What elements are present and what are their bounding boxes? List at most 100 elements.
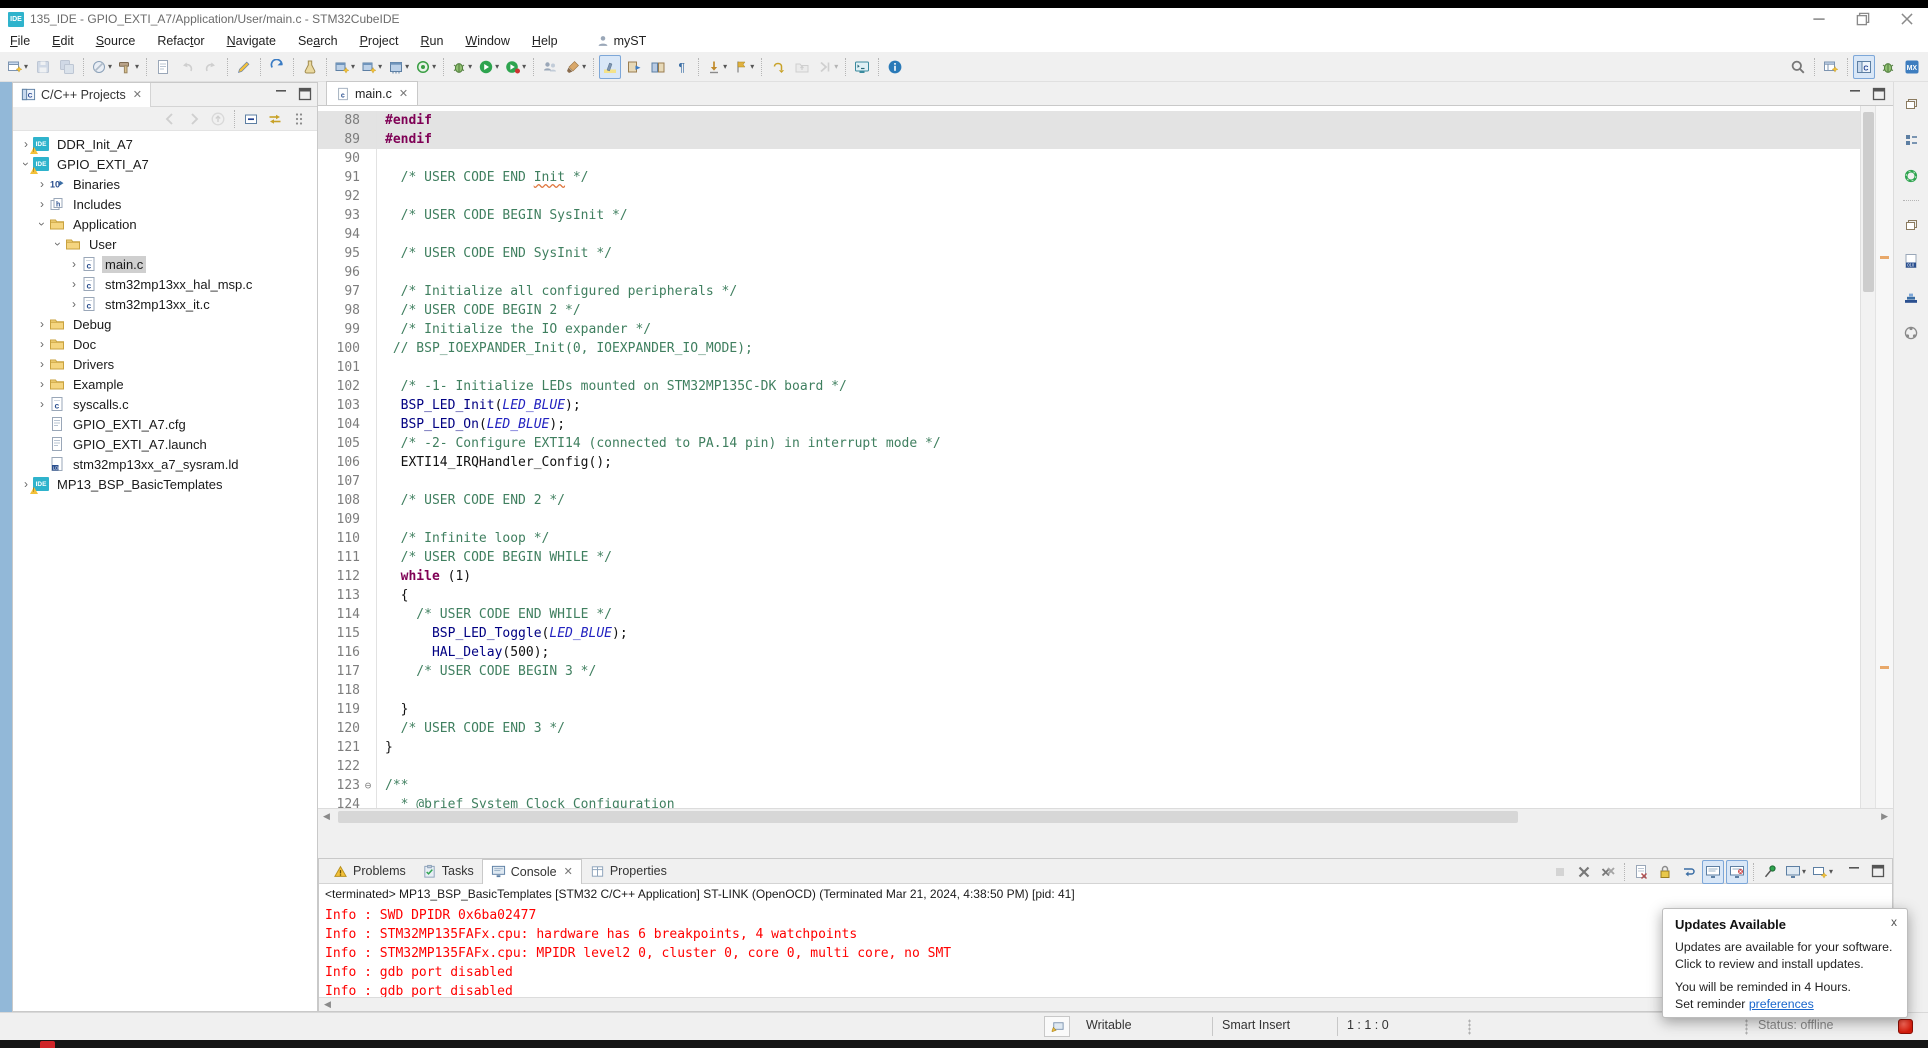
close-window-icon[interactable] — [1898, 11, 1916, 27]
minimize-console-icon[interactable] — [1846, 863, 1862, 884]
expand-icon[interactable]: › — [67, 277, 81, 291]
maximize-console-icon[interactable] — [1870, 863, 1886, 884]
tree-item-debug[interactable]: ›Debug — [13, 314, 317, 334]
skip-all-breakpoints-dropdown-icon[interactable]: ▾ — [108, 62, 112, 71]
tree-item-includes[interactable]: ›hIncludes — [13, 194, 317, 214]
updates-line1[interactable]: Updates are available for your software. — [1675, 939, 1897, 956]
tree-item-gpio-exti-a7-cfg[interactable]: GPIO_EXTI_A7.cfg — [13, 414, 317, 434]
code-line-106[interactable]: 106 EXTI14_IRQHandler_Config(); — [318, 453, 1875, 472]
restore-view-b-button[interactable] — [1900, 213, 1922, 237]
console-horizontal-scrollbar[interactable]: ◀ — [319, 997, 1892, 1011]
menu-edit[interactable]: Edit — [52, 34, 74, 48]
code-line-101[interactable]: 101 — [318, 358, 1875, 377]
console-output[interactable]: Info : SWD DPIDR 0x6ba02477Info : STM32M… — [319, 904, 1892, 997]
code-line-108[interactable]: 108 /* USER CODE END 2 */ — [318, 491, 1875, 510]
import-cubemx-project-button[interactable]: ▾ — [359, 55, 384, 79]
pin-console-button[interactable] — [1759, 860, 1781, 884]
close-projects-tab-icon[interactable]: ✕ — [133, 88, 142, 101]
tree-item-drivers[interactable]: ›Drivers — [13, 354, 317, 374]
code-line-100[interactable]: 100 // BSP_IOEXPANDER_Init(0, IOEXPANDER… — [318, 339, 1875, 358]
info-button[interactable] — [884, 55, 906, 79]
myst-account[interactable]: myST — [596, 34, 647, 48]
import-cubemx-project-dropdown-icon[interactable]: ▾ — [378, 62, 382, 71]
tree-item-mp13-bsp-basictemplates[interactable]: ›IDEMP13_BSP_BasicTemplates — [13, 474, 317, 494]
new-source-file-button[interactable] — [152, 55, 174, 79]
previous-annotation-dropdown-icon[interactable]: ▾ — [750, 62, 754, 71]
open-type-button[interactable] — [623, 55, 645, 79]
tab-cpp-projects[interactable]: C C/C++ Projects ✕ — [13, 83, 151, 107]
scroll-on-output-button[interactable] — [1702, 860, 1724, 884]
code-line-112[interactable]: 112 while (1) — [318, 567, 1875, 586]
new-stm32-project-dropdown-icon[interactable]: ▾ — [351, 62, 355, 71]
terminate-button[interactable] — [1549, 860, 1571, 884]
menu-run[interactable]: Run — [420, 34, 443, 48]
code-line-107[interactable]: 107 — [318, 472, 1875, 491]
tree-item-application[interactable]: ›Application — [13, 214, 317, 234]
code-line-90[interactable]: 90 — [318, 149, 1875, 168]
tab-properties[interactable]: Properties — [582, 859, 675, 884]
preferences-link[interactable]: preferences — [1749, 997, 1814, 1011]
close-popup-icon[interactable]: x — [1891, 915, 1897, 929]
status-indicator-red[interactable] — [1898, 1019, 1913, 1034]
open-resource-button[interactable] — [647, 55, 669, 79]
search-button[interactable] — [1787, 55, 1809, 79]
menu-refactor[interactable]: Refactor — [157, 34, 204, 48]
close-editor-tab-icon[interactable]: ✕ — [399, 87, 408, 100]
code-line-91[interactable]: 91 /* USER CODE END Init */ — [318, 168, 1875, 187]
console-scroll-left-icon[interactable]: ◀ — [324, 999, 331, 1010]
code-line-110[interactable]: 110 /* Infinite loop */ — [318, 529, 1875, 548]
run-button[interactable]: ▾ — [476, 55, 501, 79]
menu-file[interactable]: File — [10, 34, 30, 48]
code-line-104[interactable]: 104 BSP_LED_On(LED_BLUE); — [318, 415, 1875, 434]
refresh-index-button[interactable] — [266, 55, 288, 79]
go-back-button[interactable] — [791, 55, 813, 79]
annotate-dropdown-icon[interactable]: ▾ — [582, 62, 586, 71]
code-line-121[interactable]: 121} — [318, 738, 1875, 757]
tree-item-doc[interactable]: ›Doc — [13, 334, 317, 354]
device-configuration-dropdown-icon[interactable]: ▾ — [405, 62, 409, 71]
expand-icon[interactable]: › — [35, 397, 49, 411]
next-annotation-dropdown-icon[interactable]: ▾ — [723, 62, 727, 71]
previous-annotation-button[interactable]: ▾ — [731, 55, 756, 79]
maximize-panel-icon[interactable] — [297, 86, 313, 102]
code-line-122[interactable]: 122 — [318, 757, 1875, 776]
tree-item-ddr-init-a7[interactable]: ›IDEDDR_Init_A7 — [13, 134, 317, 154]
tree-item-syscalls-c[interactable]: ›csyscalls.c — [13, 394, 317, 414]
collapse-icon[interactable]: › — [51, 237, 65, 251]
code-line-92[interactable]: 92 — [318, 187, 1875, 206]
word-wrap-button[interactable] — [1678, 860, 1700, 884]
minimize-window-icon[interactable] — [1810, 11, 1828, 27]
editor-horizontal-scrollbar[interactable]: ◀ ▶ — [318, 808, 1893, 825]
debug-button[interactable]: ▾ — [449, 55, 474, 79]
show-whitespace-button[interactable]: ¶ — [671, 55, 693, 79]
static-stack-analyzer-view-button[interactable] — [1900, 285, 1922, 309]
menu-window[interactable]: Window — [465, 34, 509, 48]
code-line-97[interactable]: 97 /* Initialize all configured peripher… — [318, 282, 1875, 301]
tab-tasks[interactable]: Tasks — [414, 859, 482, 884]
forward-button[interactable] — [183, 107, 205, 131]
restore-view-a-button[interactable] — [1900, 92, 1922, 116]
code-line-114[interactable]: 114 /* USER CODE END WHILE */ — [318, 605, 1875, 624]
code-line-103[interactable]: 103 BSP_LED_Init(LED_BLUE); — [318, 396, 1875, 415]
tree-item-gpio-exti-a7[interactable]: ›IDEGPIO_EXTI_A7 — [13, 154, 317, 174]
expand-icon[interactable]: › — [35, 197, 49, 211]
open-console-button[interactable]: ▾ — [1810, 860, 1835, 884]
code-line-111[interactable]: 111 /* USER CODE BEGIN WHILE */ — [318, 548, 1875, 567]
remove-launch-button[interactable] — [1573, 860, 1595, 884]
build-button[interactable]: ▾ — [116, 55, 141, 79]
code-line-95[interactable]: 95 /* USER CODE END SysInit */ — [318, 244, 1875, 263]
scroll-lock-button[interactable] — [1654, 860, 1676, 884]
code-line-88[interactable]: 88#endif — [318, 111, 1875, 130]
expand-icon[interactable]: › — [35, 377, 49, 391]
open-element-button[interactable] — [233, 55, 255, 79]
code-line-117[interactable]: 117 /* USER CODE BEGIN 3 */ — [318, 662, 1875, 681]
open-perspective-button[interactable] — [1820, 55, 1842, 79]
new-stm32-project-button[interactable]: ▾ — [332, 55, 357, 79]
skip-all-breakpoints-button[interactable]: ▾ — [89, 55, 114, 79]
save-all-button[interactable] — [56, 55, 78, 79]
clear-console-button[interactable] — [1630, 860, 1652, 884]
cpp-perspective-button[interactable]: C — [1853, 55, 1875, 79]
build-analyzer-view-button[interactable]: 010 — [1900, 249, 1922, 273]
menu-search[interactable]: Search — [298, 34, 338, 48]
editor-overview-ruler[interactable] — [1875, 106, 1893, 808]
